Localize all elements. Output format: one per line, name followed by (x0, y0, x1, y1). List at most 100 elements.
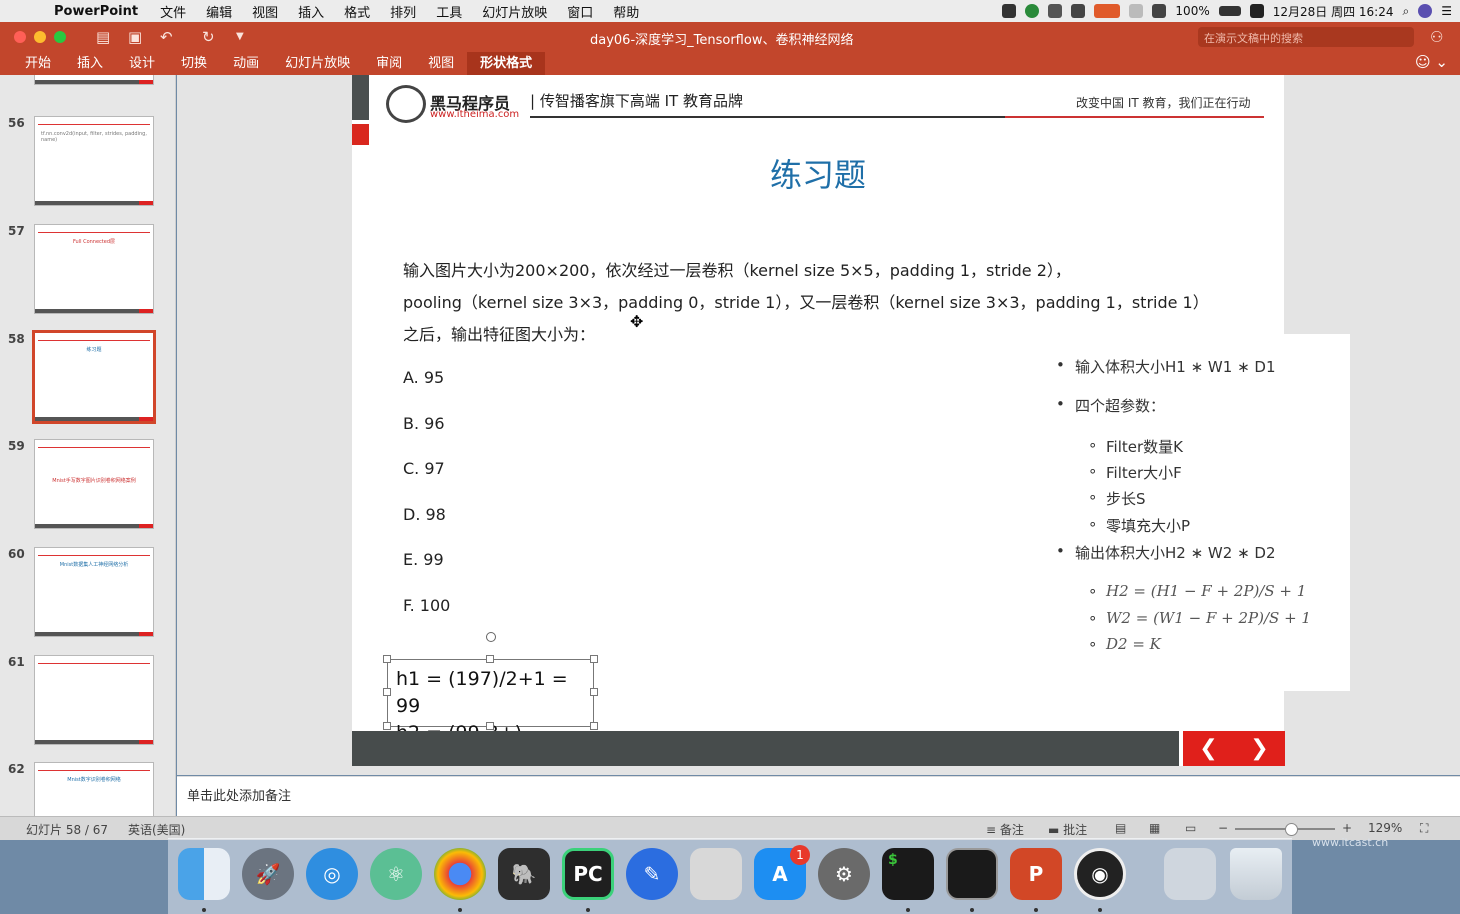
pycharm-icon[interactable]: PC (562, 848, 614, 900)
tab-home[interactable]: 开始 (12, 52, 64, 75)
zoom-out-icon[interactable]: − (1218, 821, 1228, 835)
tab-view[interactable]: 视图 (415, 52, 467, 75)
tab-review[interactable]: 审阅 (363, 52, 415, 75)
tab-insert[interactable]: 插入 (64, 52, 116, 75)
thumbnail-57[interactable]: 57 Full Connected层 (0, 224, 175, 322)
option-f[interactable]: F. 100 (403, 596, 450, 615)
zoom-in-icon[interactable]: + (1342, 821, 1352, 835)
thumbnail-58[interactable]: 58 练习题 (0, 330, 175, 430)
smiley-feedback-icon[interactable]: ☺ ⌄ (1415, 53, 1448, 71)
menu-tools[interactable]: 工具 (426, 2, 472, 21)
wifi-icon[interactable] (1129, 4, 1144, 18)
tab-slideshow[interactable]: 幻灯片放映 (272, 52, 363, 75)
share-icon[interactable]: ⚇ (1430, 28, 1443, 46)
network-monitor-icon[interactable] (1094, 4, 1121, 18)
redo-icon[interactable]: ↻ (202, 28, 215, 46)
menu-view[interactable]: 视图 (242, 2, 288, 21)
send-icon[interactable] (1071, 4, 1086, 18)
screenflow-icon[interactable]: ✎ (626, 848, 678, 900)
activity-monitor-icon[interactable] (946, 848, 998, 900)
option-a[interactable]: A. 95 (403, 368, 444, 387)
notes-toggle-button[interactable]: ≡ 备注 (986, 821, 1024, 838)
menu-slideshow[interactable]: 幻灯片放映 (472, 2, 557, 21)
sidebar-toggle-icon[interactable]: ▤ (96, 28, 110, 46)
close-window-button[interactable] (14, 31, 26, 43)
thumbnail-62[interactable]: 62 Mnist数字识别卷积网络 (0, 762, 175, 816)
scissors-icon[interactable] (1048, 4, 1063, 18)
presenter-view-icon[interactable]: ▭ (1185, 821, 1196, 835)
chrome-icon[interactable] (434, 848, 486, 900)
notes-toggle-label: 备注 (999, 823, 1024, 837)
battery-icon[interactable] (1218, 6, 1241, 16)
tab-shape-format[interactable]: 形状格式 (467, 52, 546, 75)
obs-icon[interactable]: ◉ (1074, 848, 1126, 900)
fit-slide-icon[interactable]: ⛶ (1420, 821, 1428, 836)
powerpoint-icon[interactable]: P (1010, 848, 1062, 900)
thumbnail-59[interactable]: 59 Mnist手写数字图片识别卷积网络案例 (0, 439, 175, 537)
next-arrow-icon[interactable]: ❯ (1250, 736, 1268, 761)
resize-handle-r[interactable] (590, 688, 598, 696)
notes-pane[interactable]: 单击此处添加备注 (177, 776, 1460, 816)
thumbnail-61[interactable]: 61 (0, 655, 175, 753)
resize-handle-br[interactable] (590, 722, 598, 730)
selected-textbox[interactable]: h1 = (197)/2+1 = 99 h2 = (99-3+) (387, 659, 594, 744)
s-app-icon[interactable] (1249, 4, 1264, 18)
launchpad-icon[interactable]: 🚀 (242, 848, 294, 900)
option-b[interactable]: B. 96 (403, 414, 445, 433)
thumbnail-60[interactable]: 60 Mnist数据集人工神经网络分析 (0, 547, 175, 645)
customize-toolbar-icon[interactable]: ▼ (236, 31, 244, 42)
tab-animations[interactable]: 动画 (220, 52, 272, 75)
volume-icon[interactable] (1152, 4, 1167, 18)
spotlight-icon[interactable]: ⌕ (1403, 4, 1410, 19)
menu-file[interactable]: 文件 (150, 2, 196, 21)
menu-edit[interactable]: 编辑 (196, 2, 242, 21)
tab-design[interactable]: 设计 (116, 52, 168, 75)
resize-handle-b[interactable] (486, 722, 494, 730)
option-d[interactable]: D. 98 (403, 505, 446, 524)
menu-format[interactable]: 格式 (334, 2, 380, 21)
slide-title[interactable]: 练习题 (0, 150, 1460, 196)
app-menu[interactable]: PowerPoint (46, 4, 150, 19)
thumbnail-text: Full Connected层 (72, 239, 116, 245)
language-indicator[interactable]: 英语(美国) (128, 821, 185, 838)
zoom-level[interactable]: 129% (1368, 821, 1402, 835)
sub-bullet-dot: ∘ (1088, 515, 1098, 533)
screenshot-utility-icon[interactable] (1164, 848, 1216, 900)
resize-handle-bl[interactable] (383, 722, 391, 730)
evernote-icon[interactable]: 🐘 (498, 848, 550, 900)
menu-arrange[interactable]: 排列 (380, 2, 426, 21)
safari-icon[interactable]: ◎ (306, 848, 358, 900)
system-preferences-icon[interactable]: ⚙ (818, 848, 870, 900)
keynote-icon[interactable] (690, 848, 742, 900)
sorter-view-icon[interactable]: ▦ (1149, 821, 1160, 835)
notification-center-icon[interactable]: ☰ (1441, 4, 1452, 18)
option-c[interactable]: C. 97 (403, 459, 445, 478)
clock[interactable]: 12月28日 周四 16:24 (1273, 3, 1394, 20)
atom-icon[interactable]: ⚛ (370, 848, 422, 900)
tray-app-icon[interactable] (1002, 4, 1017, 18)
prev-arrow-icon[interactable]: ❮ (1199, 736, 1217, 761)
resize-handle-l[interactable] (383, 688, 391, 696)
zoom-window-button[interactable] (54, 31, 66, 43)
terminal-icon[interactable]: $ (882, 848, 934, 900)
zoom-slider[interactable] (1235, 823, 1335, 836)
resize-handle-tl[interactable] (383, 655, 391, 663)
save-icon[interactable]: ▣ (128, 28, 142, 46)
search-input[interactable]: 在演示文稿中的搜索 (1198, 27, 1414, 47)
menu-insert[interactable]: 插入 (288, 2, 334, 21)
option-e[interactable]: E. 99 (403, 550, 444, 569)
tab-transitions[interactable]: 切换 (168, 52, 220, 75)
undo-icon[interactable]: ↶ (160, 28, 173, 46)
minimize-window-button[interactable] (34, 31, 46, 43)
siri-icon[interactable] (1418, 4, 1433, 18)
rotate-handle[interactable] (486, 632, 496, 642)
finder-icon[interactable] (178, 848, 230, 900)
normal-view-icon[interactable]: ▤ (1115, 821, 1126, 835)
upload-icon[interactable] (1025, 4, 1040, 18)
menu-window[interactable]: 窗口 (557, 2, 603, 21)
menu-help[interactable]: 帮助 (603, 2, 649, 21)
resize-handle-t[interactable] (486, 655, 494, 663)
comments-toggle-button[interactable]: ▬ 批注 (1048, 821, 1087, 838)
resize-handle-tr[interactable] (590, 655, 598, 663)
trash-icon[interactable] (1230, 848, 1282, 900)
